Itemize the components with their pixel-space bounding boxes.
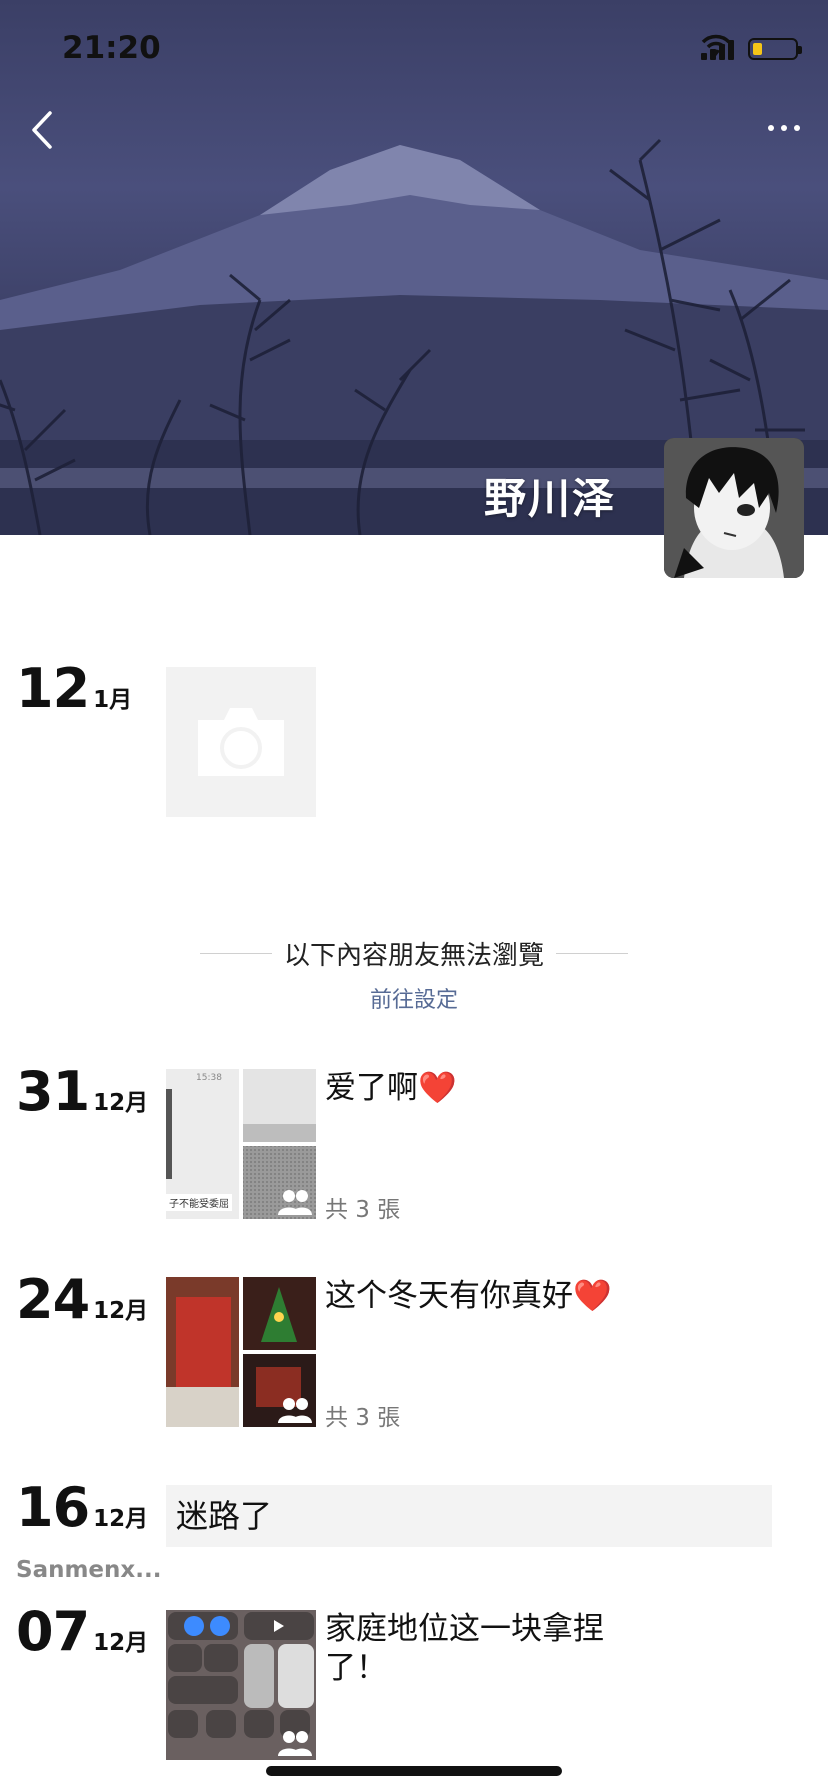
post-text[interactable]: 家庭地位这一块拿捏了！: [325, 1610, 625, 1688]
thumb-time: 15:38: [196, 1073, 222, 1083]
post-thumbnails[interactable]: [166, 1277, 316, 1427]
post-text[interactable]: 爱了啊❤️: [325, 1069, 645, 1108]
date-day: 16: [16, 1476, 90, 1539]
add-photo-button[interactable]: [166, 667, 316, 817]
avatar[interactable]: [664, 438, 804, 578]
status-icons: [701, 34, 802, 64]
battery-icon: [748, 38, 802, 60]
go-to-settings-link[interactable]: 前往設定: [0, 982, 828, 1014]
date-month: 1月: [93, 687, 133, 713]
date-day: 31: [16, 1060, 90, 1123]
friends-visibility-icon: [278, 1398, 312, 1423]
post-text[interactable]: 这个冬天有你真好❤️: [325, 1277, 685, 1316]
date-day: 07: [16, 1600, 90, 1663]
post-date: 24 12月: [16, 1268, 148, 1331]
date-month: 12月: [93, 1506, 149, 1532]
post-location[interactable]: Sanmenx...: [16, 1557, 161, 1583]
post-text: 迷路了: [176, 1497, 273, 1535]
post-date: 07 12月: [16, 1600, 148, 1663]
status-time: 21:20: [62, 30, 161, 66]
date-month: 12月: [93, 1090, 149, 1116]
anime-avatar-image: [664, 438, 804, 578]
back-button[interactable]: [30, 110, 78, 170]
settings-link-label: 前往設定: [369, 988, 458, 1013]
date-day: 12: [16, 657, 90, 720]
thumb-caption: 子不能受委屈: [166, 1194, 232, 1211]
more-options-button[interactable]: [768, 125, 800, 131]
post-date: 16 12月: [16, 1476, 148, 1539]
friends-visibility-icon: [278, 1731, 312, 1756]
post-date: 12 1月: [16, 657, 132, 720]
post-thumbnails[interactable]: 15:38 子不能受委屈: [166, 1069, 316, 1219]
friends-visibility-icon: [278, 1190, 312, 1215]
privacy-divider: 以下內容朋友無法瀏覽: [200, 935, 629, 972]
photo-count: 共 3 張: [325, 1197, 401, 1223]
date-month: 12月: [93, 1298, 149, 1324]
profile-name: 野川泽: [483, 474, 616, 523]
date-day: 24: [16, 1268, 90, 1331]
chevron-left-icon: [32, 111, 52, 149]
privacy-divider-text: 以下內容朋友無法瀏覽: [284, 941, 545, 971]
post-date: 31 12月: [16, 1060, 148, 1123]
photo-count: 共 3 張: [325, 1405, 401, 1431]
ellipsis-icon: [768, 125, 774, 131]
date-month: 12月: [93, 1630, 149, 1656]
camera-icon: [198, 708, 284, 776]
home-indicator[interactable]: [266, 1766, 562, 1776]
post-thumbnails[interactable]: [166, 1610, 316, 1760]
text-post[interactable]: 迷路了: [166, 1485, 772, 1547]
wifi-icon: [701, 34, 731, 56]
